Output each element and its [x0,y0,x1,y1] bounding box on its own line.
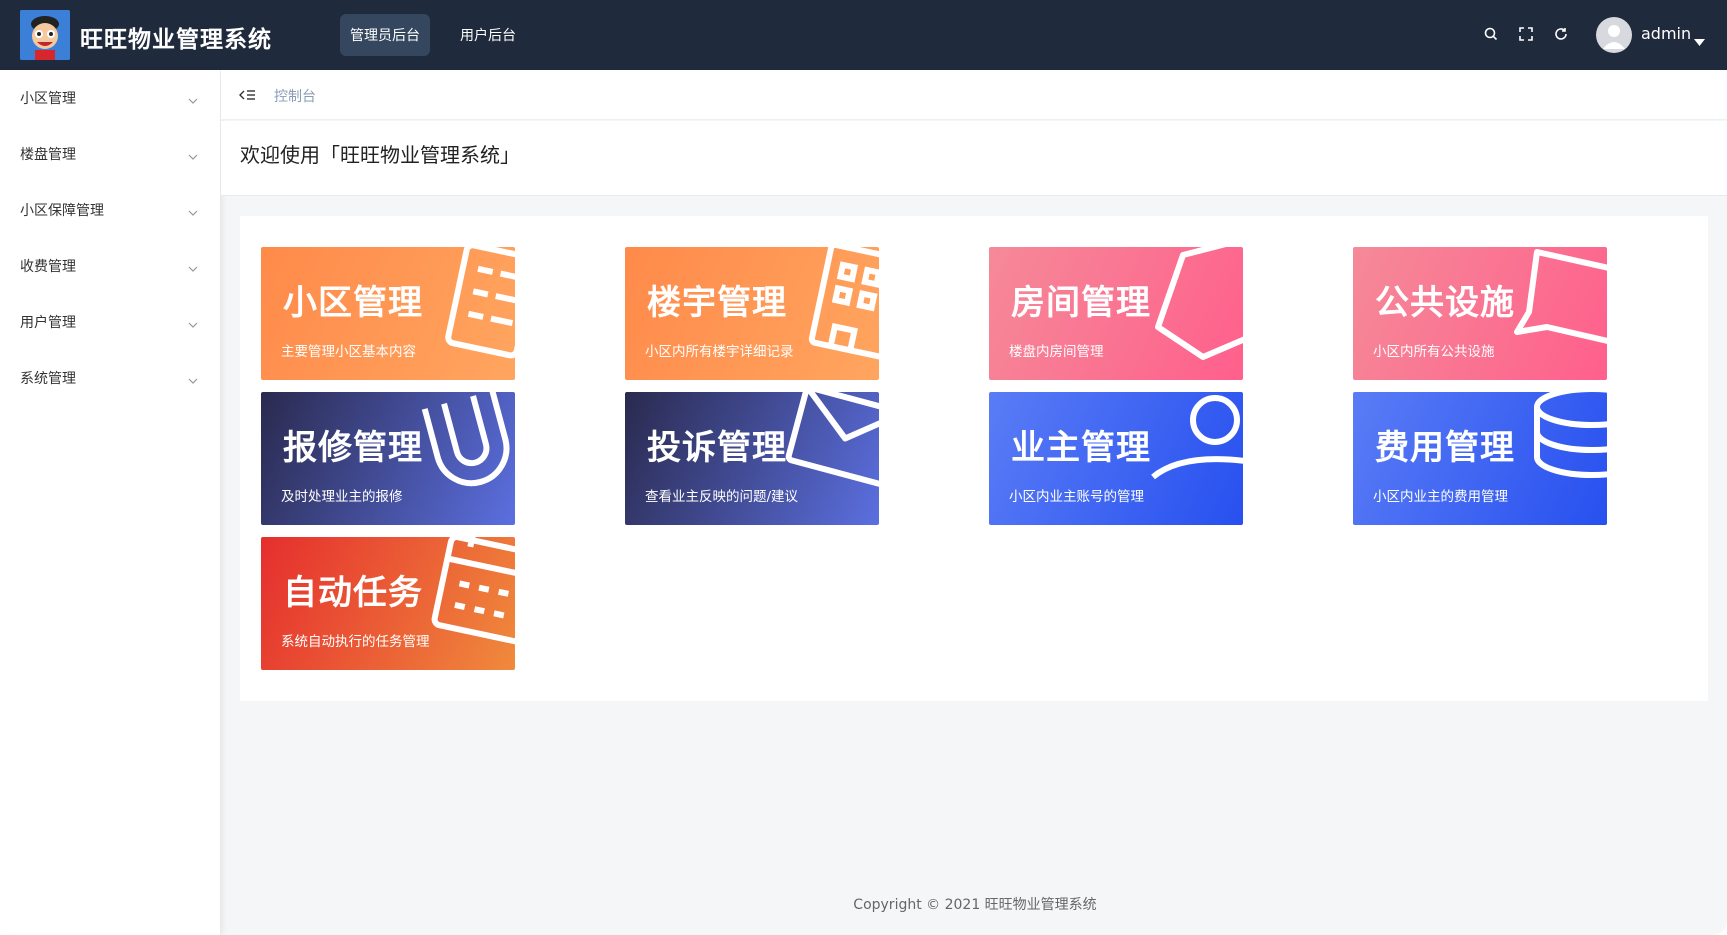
chevron-down-icon [188,372,198,388]
card-desc: 及时处理业主的报修 [281,489,403,505]
breadcrumb: 控制台 [221,70,1727,120]
chat-bubble-icon [1514,249,1607,344]
app-title: 旺旺物业管理系统 [80,27,272,53]
coins-icon [1534,392,1607,478]
fullscreen-icon[interactable] [1516,24,1536,44]
card-repair[interactable]: 报修管理 及时处理业主的报修 [261,392,515,525]
refresh-icon[interactable] [1551,24,1571,44]
collapse-menu-icon[interactable] [239,87,257,103]
card-community[interactable]: 小区管理 主要管理小区基本内容 [261,247,515,380]
card-title: 业主管理 [1011,428,1151,468]
sidebar-item-label: 小区管理 [20,91,76,107]
sidebar-item-system[interactable]: 系统管理 [0,350,220,406]
card-title: 自动任务 [283,573,423,613]
home-icon [1155,247,1243,360]
envelope-icon [785,392,879,488]
card-task[interactable]: 自动任务 系统自动执行的任务管理 [261,537,515,670]
sidebar-item-property[interactable]: 楼盘管理 [0,126,220,182]
sidebar-item-community[interactable]: 小区管理 [0,70,220,126]
sidebar-item-label: 用户管理 [20,315,76,331]
chevron-down-icon [188,148,198,164]
caret-down-icon[interactable] [1694,31,1705,50]
app-window: 旺旺物业管理系统 管理员后台 用户后台 admin 小区管理 楼盘管理 小区保障… [0,0,1727,935]
card-fee[interactable]: 费用管理 小区内业主的费用管理 [1353,392,1607,525]
username[interactable]: admin [1641,24,1691,43]
welcome-header: 欢迎使用「旺旺物业管理系统」 [221,121,1727,196]
card-complaint[interactable]: 投诉管理 查看业主反映的问题/建议 [625,392,879,525]
sidebar: 小区管理 楼盘管理 小区保障管理 收费管理 用户管理 系统管理 [0,70,220,935]
user-icon [1151,395,1243,480]
card-desc: 查看业主反映的问题/建议 [645,489,799,505]
card-title: 楼宇管理 [647,283,787,323]
card-room[interactable]: 房间管理 楼盘内房间管理 [989,247,1243,380]
copyright: Copyright © 2021 旺旺物业管理系统 [853,897,1097,913]
sidebar-item-label: 系统管理 [20,371,76,387]
card-title: 投诉管理 [647,428,787,468]
card-title: 房间管理 [1011,283,1151,323]
card-desc: 小区内业主的费用管理 [1373,489,1508,505]
chevron-down-icon [188,204,198,220]
breadcrumb-dashboard[interactable]: 控制台 [274,86,316,106]
avatar[interactable] [1596,17,1632,53]
nav-admin-backend[interactable]: 管理员后台 [340,14,430,56]
chevron-down-icon [188,92,198,108]
card-desc: 小区内所有公共设施 [1373,344,1495,360]
chevron-down-icon [188,316,198,332]
chevron-down-icon [188,260,198,276]
card-facilities[interactable]: 公共设施 小区内所有公共设施 [1353,247,1607,380]
sidebar-item-billing[interactable]: 收费管理 [0,238,220,294]
sidebar-item-users[interactable]: 用户管理 [0,294,220,350]
magnet-icon [421,392,510,487]
sidebar-item-label: 收费管理 [20,259,76,275]
page-title: 欢迎使用「旺旺物业管理系统」 [240,143,520,167]
card-desc: 小区内业主账号的管理 [1009,489,1144,505]
card-title: 报修管理 [283,428,423,468]
card-desc: 主要管理小区基本内容 [281,344,416,360]
card-desc: 楼盘内房间管理 [1009,344,1104,360]
calendar-icon [431,537,515,645]
top-header: 旺旺物业管理系统 管理员后台 用户后台 admin [0,0,1727,70]
card-desc: 系统自动执行的任务管理 [281,634,430,650]
card-desc: 小区内所有楼宇详细记录 [645,344,794,360]
logo-icon [20,10,70,60]
nav-user-backend[interactable]: 用户后台 [447,14,529,56]
card-building[interactable]: 楼宇管理 小区内所有楼宇详细记录 [625,247,879,380]
sidebar-item-label: 小区保障管理 [20,203,104,219]
building-icon [808,247,879,360]
list-icon [445,247,515,359]
card-title: 费用管理 [1375,428,1515,468]
card-title: 公共设施 [1375,283,1515,323]
module-panel: 小区管理 主要管理小区基本内容 楼宇管理 小区内所有楼宇详细记录 房间管理 楼盘… [240,216,1708,701]
card-owner[interactable]: 业主管理 小区内业主账号的管理 [989,392,1243,525]
card-title: 小区管理 [283,283,423,323]
sidebar-item-label: 楼盘管理 [20,147,76,163]
search-icon[interactable] [1481,24,1501,44]
sidebar-item-security[interactable]: 小区保障管理 [0,182,220,238]
